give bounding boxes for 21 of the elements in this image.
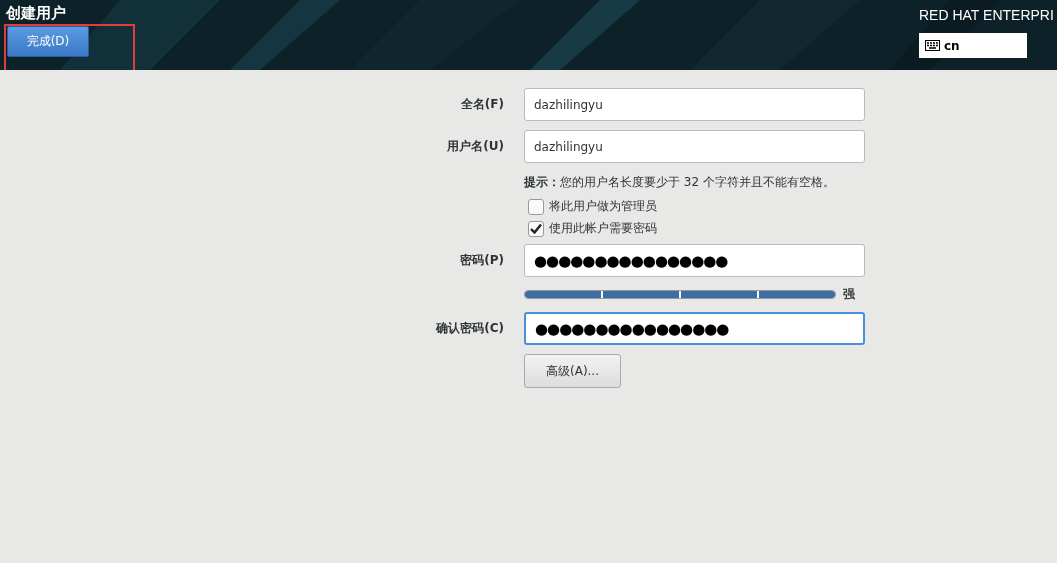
strength-label: 强 xyxy=(843,286,855,303)
done-button[interactable]: 完成(D) xyxy=(7,26,89,57)
layout-label: cn xyxy=(944,38,960,53)
field-label: 密码(P) xyxy=(459,252,504,269)
hint-text: 提示：您的用户名长度要少于 32 个字符并且不能有空格。 xyxy=(524,174,836,191)
text-field[interactable]: dazhilingyu xyxy=(524,130,865,163)
field-label: 全名(F) xyxy=(459,96,504,113)
window-title: 创建用户 xyxy=(6,3,67,23)
keyboard-icon xyxy=(925,40,940,51)
keyboard-layout-button[interactable]: cn xyxy=(919,33,1027,58)
field-label: 用户名(U) xyxy=(446,138,504,155)
advanced-button[interactable]: 高级(A)... xyxy=(524,354,621,388)
password-field[interactable]: ●●●●●●●●●●●●●●●● xyxy=(524,244,865,277)
checkbox-label: 使用此帐户需要密码 xyxy=(549,220,657,237)
field-label: 确认密码(C) xyxy=(434,320,504,337)
checkbox-label: 将此用户做为管理员 xyxy=(549,198,657,215)
checkbox[interactable] xyxy=(528,198,544,215)
product-name: RED HAT ENTERPRI xyxy=(919,7,1055,23)
checkbox[interactable] xyxy=(528,220,544,237)
text-field[interactable]: dazhilingyu xyxy=(524,88,865,121)
password-field[interactable]: ●●●●●●●●●●●●●●●● xyxy=(524,312,865,345)
